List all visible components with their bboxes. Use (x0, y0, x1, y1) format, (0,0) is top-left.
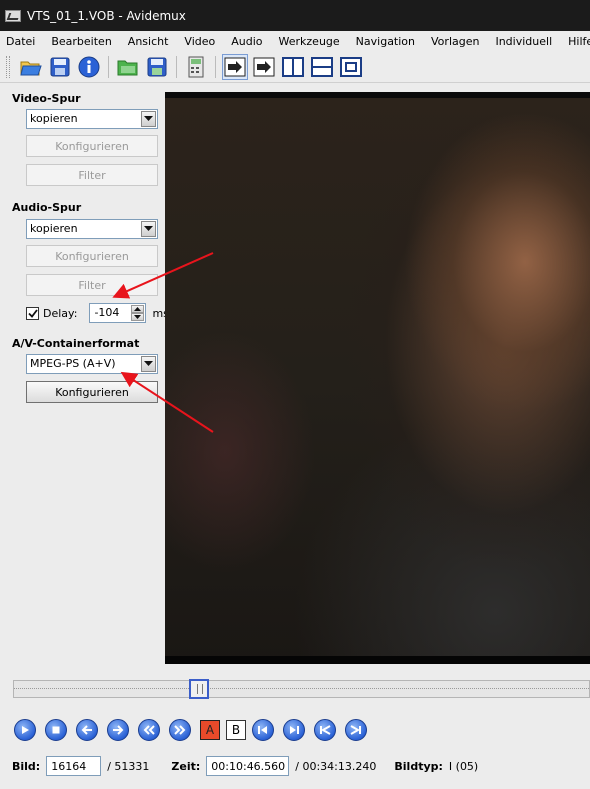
toolbar-separator (108, 55, 109, 78)
video-letterbox-bottom (165, 656, 590, 664)
audio-filter-button[interactable]: Filter (26, 274, 158, 296)
menu-vorlagen[interactable]: Vorlagen (431, 35, 479, 48)
settings-panel: Video-Spur kopieren Konfigurieren Filter… (0, 84, 169, 668)
toggle-view-icon[interactable] (222, 53, 248, 80)
video-preview (165, 92, 590, 664)
audio-codec-value: kopieren (30, 222, 78, 235)
spin-up-icon[interactable] (131, 305, 145, 313)
menu-bar: Datei Bearbeiten Ansicht Video Audio Wer… (0, 31, 590, 51)
audio-codec-select[interactable]: kopieren (26, 219, 158, 239)
container-format-title: A/V-Containerformat (12, 337, 140, 350)
mark-a-button[interactable]: A (200, 720, 220, 740)
split-vertical-icon[interactable] (280, 54, 306, 80)
spin-down-icon[interactable] (131, 313, 145, 321)
toolbar-separator (176, 55, 177, 78)
next-keyframe-icon[interactable] (169, 719, 191, 741)
forward-view-icon[interactable] (251, 54, 277, 80)
menu-werkzeuge[interactable]: Werkzeuge (279, 35, 340, 48)
goto-mark-a-icon[interactable] (252, 719, 274, 741)
next-frame-icon[interactable] (107, 719, 129, 741)
open-folder-icon[interactable] (18, 54, 44, 80)
avidemux-app-icon (5, 9, 21, 22)
window-title: VTS_01_1.VOB - Avidemux (27, 8, 186, 23)
video-codec-value: kopieren (30, 112, 78, 125)
time-input[interactable]: 00:10:46.560 (206, 756, 290, 776)
toolbar (0, 51, 590, 83)
menu-hilfe[interactable]: Hilfe (568, 35, 590, 48)
container-format-value: MPEG-PS (A+V) (30, 357, 116, 370)
video-codec-select[interactable]: kopieren (26, 109, 158, 129)
video-filter-button[interactable]: Filter (26, 164, 158, 186)
navigation-bar: A B (14, 717, 376, 743)
frame-total: / 51331 (107, 759, 150, 773)
save-image-icon[interactable] (144, 54, 170, 80)
time-total: / 00:34:13.240 (295, 759, 377, 773)
time-label: Zeit: (171, 759, 201, 773)
window-icon[interactable] (338, 54, 364, 80)
toolbar-separator (215, 55, 216, 78)
frametype-value: I (05) (448, 759, 479, 773)
chevron-down-icon[interactable] (141, 356, 156, 372)
delay-label: Delay: (43, 306, 78, 320)
menu-datei[interactable]: Datei (6, 35, 35, 48)
menu-audio[interactable]: Audio (231, 35, 262, 48)
menu-navigation[interactable]: Navigation (356, 35, 415, 48)
stop-icon[interactable] (45, 719, 67, 741)
previous-keyframe-icon[interactable] (138, 719, 160, 741)
menu-bearbeiten[interactable]: Bearbeiten (51, 35, 111, 48)
video-configure-button[interactable]: Konfigurieren (26, 135, 158, 157)
info-icon[interactable] (76, 54, 102, 80)
container-configure-button[interactable]: Konfigurieren (26, 381, 158, 403)
last-frame-icon[interactable] (345, 719, 367, 741)
first-frame-icon[interactable] (314, 719, 336, 741)
slider-groove (14, 688, 589, 690)
save-floppy-icon[interactable] (47, 54, 73, 80)
menu-ansicht[interactable]: Ansicht (128, 35, 169, 48)
title-bar: VTS_01_1.VOB - Avidemux (0, 0, 590, 31)
chevron-down-icon[interactable] (141, 111, 156, 127)
frametype-label: Bildtyp: (394, 759, 443, 773)
container-format-select[interactable]: MPEG-PS (A+V) (26, 354, 158, 374)
mark-b-button[interactable]: B (226, 720, 246, 740)
audio-configure-button[interactable]: Konfigurieren (26, 245, 158, 267)
menu-video[interactable]: Video (184, 35, 215, 48)
frame-label: Bild: (12, 759, 41, 773)
video-letterbox-top (165, 92, 590, 98)
open-image-icon[interactable] (115, 54, 141, 80)
delay-row: Delay: -104 ms (26, 303, 169, 323)
delay-checkbox[interactable] (26, 306, 39, 320)
previous-frame-icon[interactable] (76, 719, 98, 741)
chevron-down-icon[interactable] (141, 221, 156, 237)
status-bar: Bild: 16164 / 51331 Zeit: 00:10:46.560 /… (0, 754, 590, 778)
play-icon[interactable] (14, 719, 36, 741)
goto-mark-b-icon[interactable] (283, 719, 305, 741)
delay-value: -104 (94, 306, 120, 319)
slider-thumb[interactable] (189, 679, 209, 699)
toolbar-grip[interactable] (6, 55, 10, 78)
timeline-slider[interactable] (13, 679, 590, 699)
menu-individuell[interactable]: Individuell (495, 35, 552, 48)
calculator-icon[interactable] (183, 54, 209, 80)
split-horizontal-icon[interactable] (309, 54, 335, 80)
audio-track-title: Audio-Spur (12, 201, 82, 214)
delay-spinbox[interactable]: -104 (89, 303, 147, 323)
frame-input[interactable]: 16164 (46, 756, 102, 776)
video-track-title: Video-Spur (12, 92, 81, 105)
checkmark-icon (27, 308, 38, 318)
